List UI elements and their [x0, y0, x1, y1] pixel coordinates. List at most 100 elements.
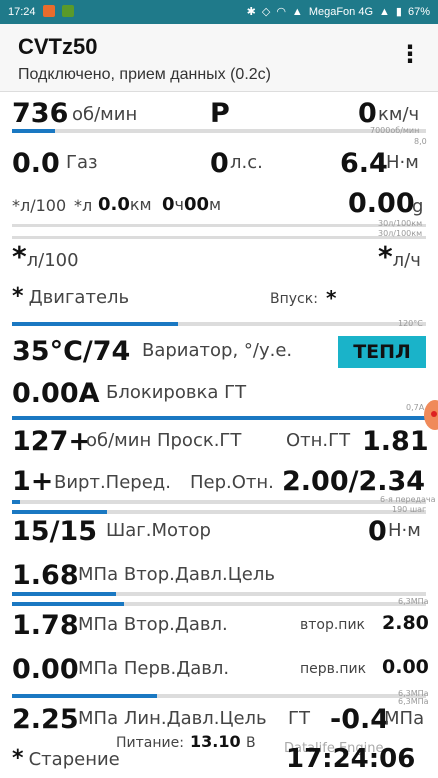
clock: 17:24:06 [286, 744, 416, 774]
power-label: Питание: [116, 735, 184, 751]
sec-pressure-label: МПа Втор.Давл. [78, 614, 228, 635]
notification-icon [61, 5, 74, 17]
engine-temp-max: 120°C [398, 319, 423, 328]
connection-status: Подключено, прием данных (0.2с) [18, 66, 271, 83]
fuel-bar-a [12, 224, 426, 227]
sec-pressure-bar [12, 602, 426, 606]
battery-level: 67% [407, 5, 430, 18]
sec-target-max: 6,3МПа [398, 597, 429, 606]
rpm-value: 736 [12, 98, 69, 129]
sec-target-label: МПа Втор.Давл.Цель [78, 564, 275, 585]
cvt-temp-value: 35°C/74 [12, 336, 131, 367]
prim-pressure-value: 0.00 [12, 654, 79, 685]
gear-max: 6-я передача [380, 495, 436, 504]
wifi-icon: ◠ [276, 6, 286, 18]
slip-value: 127+ [12, 426, 91, 457]
battery-icon: ▮ [395, 6, 402, 18]
virtual-gear-label: Вирт.Перед. [54, 472, 171, 493]
speed-max-label: 8,0 [414, 137, 427, 146]
rpm-bar-fill [12, 129, 56, 133]
sec-target-bar-fill [12, 592, 116, 596]
fuel-grams: 0.00 [348, 188, 415, 219]
signal-icon: ▲ [379, 5, 390, 18]
warmup-button[interactable]: ТЕПЛ [338, 336, 426, 368]
aging: * Старение [12, 746, 120, 771]
tc-ratio-label: Отн.ГТ [286, 430, 351, 451]
fuel-bar-b [12, 236, 426, 239]
fuel-avg: *л/100 [12, 196, 67, 215]
gas-value: 0.0 [12, 148, 60, 179]
power-value: 13.10 [190, 732, 241, 751]
sec-pressure-bar-fill [12, 602, 124, 606]
consumption-hour: *л/ч [378, 240, 421, 273]
app-bar: CVTz50 Подключено, прием данных (0.2с) ⋮ [0, 24, 438, 92]
ratio-value: 2.00/2.34 [282, 466, 426, 497]
prim-pressure-bar-fill [12, 694, 157, 698]
status-time: 17:24 [8, 6, 36, 18]
line-target-max: 6,3МПа [398, 697, 429, 706]
tc-pressure-value: -0.4 [330, 704, 390, 735]
virtual-gear-bar [12, 500, 426, 504]
virtual-gear-bar-fill [12, 500, 21, 504]
stepper-bar-fill [12, 510, 108, 514]
intake-value: * [326, 286, 337, 310]
hp-value: 0 [210, 148, 229, 179]
fuel-scale-b: 30л/100км [378, 229, 423, 238]
fuel-scale-a: 30л/100км [378, 219, 423, 228]
cvt-temp-label: Вариатор, °/у.е. [142, 340, 293, 361]
slip-label: об/мин Проск.ГТ [86, 430, 242, 451]
trip-distance: 0.0км [98, 194, 152, 215]
lockup-bar-fill [12, 416, 426, 420]
intake-label: Впуск: [270, 291, 318, 307]
torque-nm-value: 0 [368, 516, 387, 547]
torque-nm-unit: Н·м [388, 520, 421, 541]
stepper-value: 15/15 [12, 516, 98, 547]
fuel-grams-unit: g [412, 196, 424, 217]
engine-temp-bar [12, 322, 426, 326]
speed-value: 0 [358, 98, 377, 129]
hp-unit: л.с. [230, 152, 263, 173]
signal-icon: ▲ [291, 5, 303, 18]
sec-target-bar [12, 592, 426, 596]
stepper-bar [12, 510, 426, 514]
lockup-max: 0,7A [406, 403, 425, 412]
torque-unit: Н·м [386, 152, 419, 173]
carrier-name: MegaFon 4G [308, 5, 374, 18]
overflow-menu-icon[interactable]: ⋮ [398, 42, 422, 66]
tc-pressure-unit: МПа [384, 708, 425, 729]
trip-time: 0ч00м [162, 194, 222, 215]
stepper-max: 190 шаг [392, 505, 427, 514]
silent-icon: ◇ [261, 6, 271, 18]
sec-peak-label: втор.пик [300, 617, 366, 633]
consumption-avg: *л/100 [12, 240, 79, 273]
sec-target-value: 1.68 [12, 560, 79, 591]
torque-value: 6.4 [340, 148, 388, 179]
gas-label: Газ [66, 152, 98, 173]
line-target-value: 2.25 [12, 704, 79, 735]
tc-ratio-value: 1.81 [362, 426, 429, 457]
lockup-current: 0.00A [12, 378, 100, 409]
status-bar: 17:24 ✱ ◇ ◠ ▲ MegaFon 4G ▲ ▮ 67% [0, 0, 438, 24]
lockup-bar [12, 416, 426, 420]
prim-peak-label: перв.пик [300, 661, 367, 677]
rpm-max-label: 7000об/мин [370, 126, 420, 135]
rpm-bar [12, 129, 426, 133]
bluetooth-icon: ✱ [246, 6, 256, 18]
speed-unit: км/ч [378, 104, 420, 125]
engine-temp-bar-fill [12, 322, 178, 326]
tc-pressure-label: ГТ [288, 708, 310, 729]
prim-peak-value: 0.00 [382, 656, 429, 678]
line-target-label: МПа Лин.Давл.Цель [78, 708, 267, 729]
prim-pressure-label: МПа Перв.Давл. [78, 658, 230, 679]
rpm-unit: об/мин [72, 104, 138, 125]
notification-icon [42, 5, 55, 17]
sec-peak-value: 2.80 [382, 612, 429, 634]
virtual-gear-value: 1+ [12, 466, 54, 497]
stepper-label: Шаг.Мотор [106, 520, 211, 541]
lockup-label: Блокировка ГТ [106, 382, 247, 403]
engine-temp: * Двигатель [12, 284, 130, 309]
app-title: CVTz50 [18, 34, 98, 59]
fuel-total: *л [74, 196, 93, 215]
gear-value: P [210, 98, 230, 129]
prim-pressure-bar [12, 694, 426, 698]
